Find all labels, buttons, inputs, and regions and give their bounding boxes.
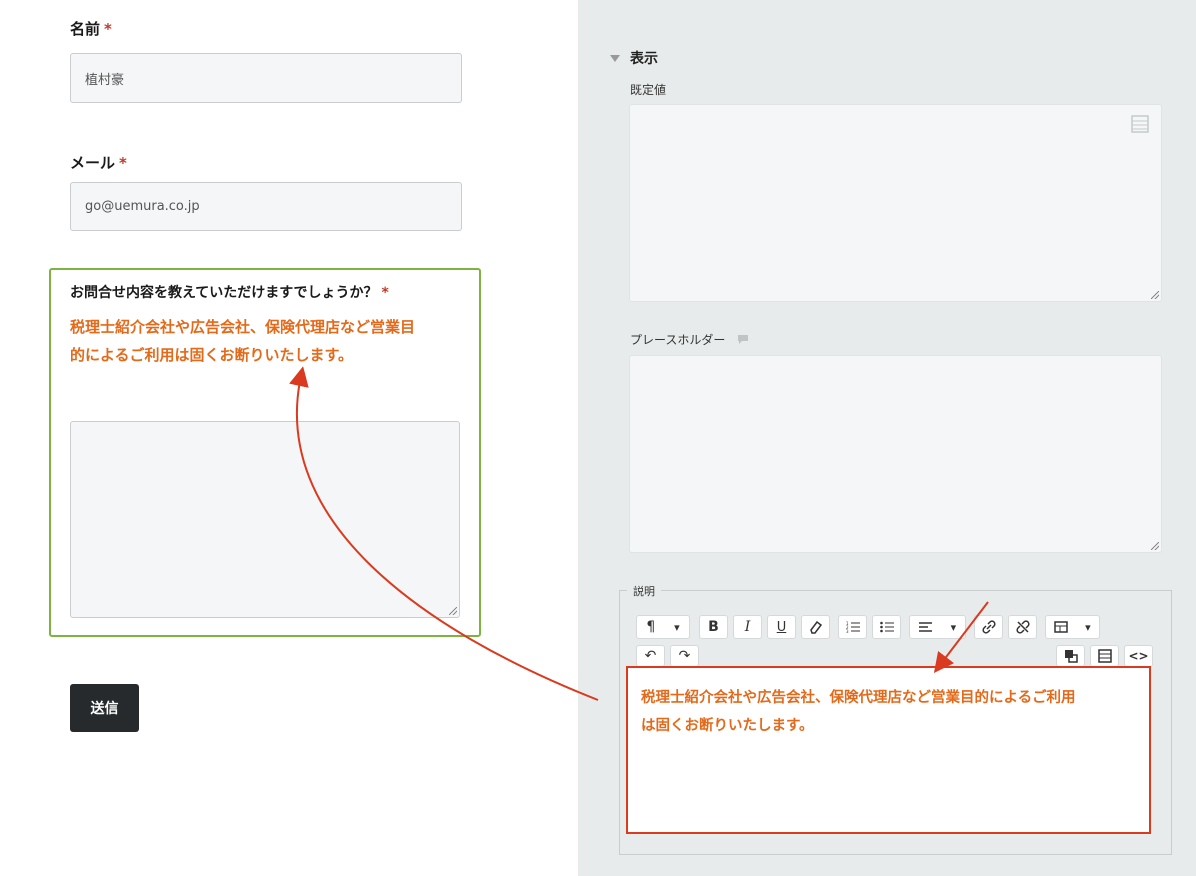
annotation-arrow-curve [289, 366, 599, 701]
annotation-arrows [289, 366, 989, 701]
annotation-arrow-straight [933, 601, 989, 673]
